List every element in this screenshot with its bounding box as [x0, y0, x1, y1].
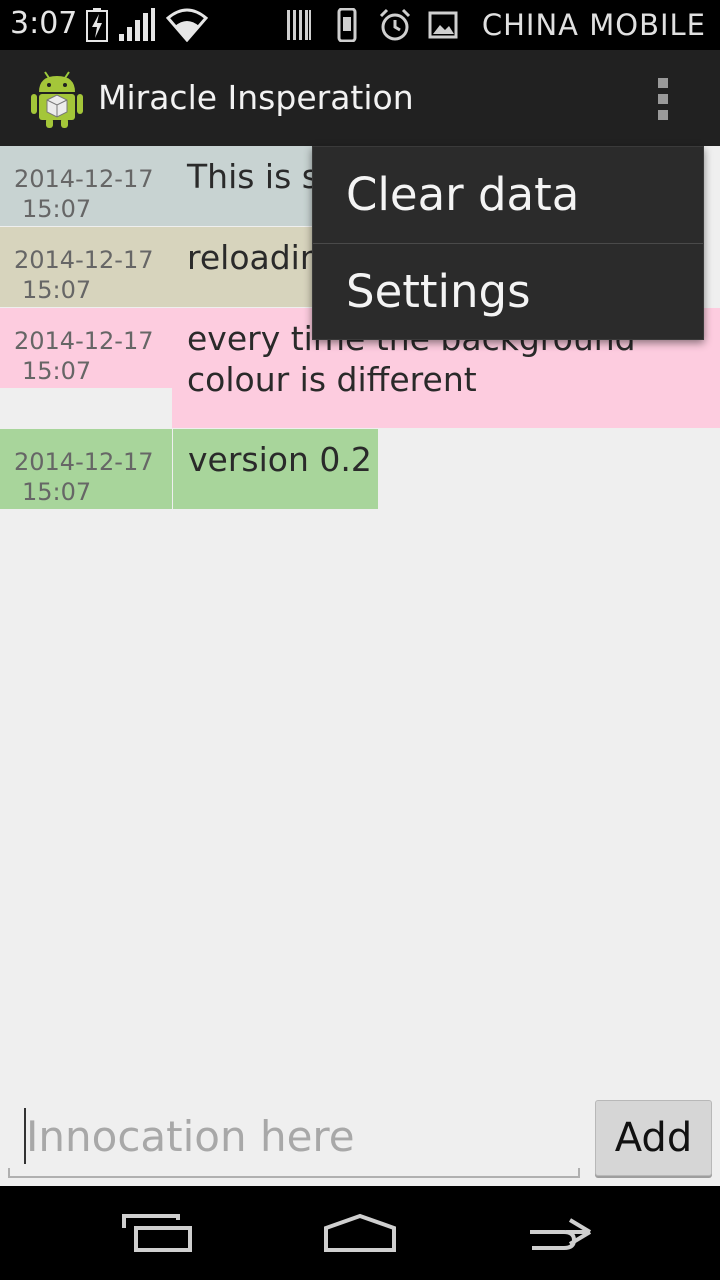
phone-icon: [337, 8, 357, 42]
status-time: 3:07: [10, 6, 78, 41]
entry-date-text: 2014-12-17: [14, 327, 154, 355]
text-cursor: [24, 1108, 26, 1164]
home-icon[interactable]: [322, 1208, 398, 1258]
innovation-input[interactable]: Innocation here: [8, 1100, 580, 1178]
menu-item-clear-data[interactable]: Clear data: [313, 147, 703, 243]
entry-date: 2014-12-17 15:07: [0, 429, 172, 509]
input-underline-right: [578, 1168, 580, 1178]
entry-time-text: 15:07: [22, 478, 92, 506]
entry-text: This is s: [187, 157, 312, 196]
menu-item-settings[interactable]: Settings: [313, 244, 703, 340]
carrier-name: CHINA MOBILE: [481, 8, 706, 42]
status-bar: 3:07 CHINA MOBILE: [0, 0, 720, 50]
action-bar: Miracle Insperation: [0, 50, 720, 146]
back-icon[interactable]: [524, 1208, 596, 1258]
wifi-icon: [166, 8, 208, 42]
entry-text: version 0.2: [188, 440, 372, 479]
entry-message: reloadin: [172, 227, 312, 307]
entry-date: 2014-12-17 15:07: [0, 146, 172, 226]
entry-text-line2: colour is different: [187, 360, 477, 399]
entry-text: reloadin: [187, 238, 312, 277]
entry-date: 2014-12-17 15:07: [0, 308, 172, 388]
overflow-menu-icon[interactable]: [648, 76, 678, 122]
entry-date-text: 2014-12-17: [14, 448, 154, 476]
barcode-icon: [287, 10, 311, 40]
charging-icon: [86, 8, 108, 42]
entry-message: version 0.2: [173, 429, 378, 509]
entry-message: This is s: [172, 146, 312, 226]
image-icon: [428, 11, 458, 39]
signal-icon: [119, 8, 155, 41]
app-title: Miracle Insperation: [98, 78, 414, 117]
input-placeholder: Innocation here: [26, 1112, 355, 1161]
entry-time-text: 15:07: [22, 195, 92, 223]
recent-apps-icon[interactable]: [120, 1208, 194, 1258]
input-underline-left: [8, 1168, 10, 1178]
navigation-bar: [0, 1186, 720, 1280]
entry-date: 2014-12-17 15:07: [0, 227, 172, 307]
list-item[interactable]: 2014-12-17 15:07 version 0.2: [0, 429, 720, 509]
entry-time-text: 15:07: [22, 276, 92, 304]
entry-date-text: 2014-12-17: [14, 246, 154, 274]
alarm-icon: [379, 8, 411, 41]
overflow-popup-menu: Clear data Settings: [312, 146, 704, 340]
android-app-icon: [31, 71, 83, 128]
input-bar: Innocation here Add: [0, 1090, 720, 1186]
input-underline: [8, 1176, 580, 1178]
entry-date-text: 2014-12-17: [14, 165, 154, 193]
add-button[interactable]: Add: [595, 1100, 712, 1176]
entry-time-text: 15:07: [22, 357, 92, 385]
